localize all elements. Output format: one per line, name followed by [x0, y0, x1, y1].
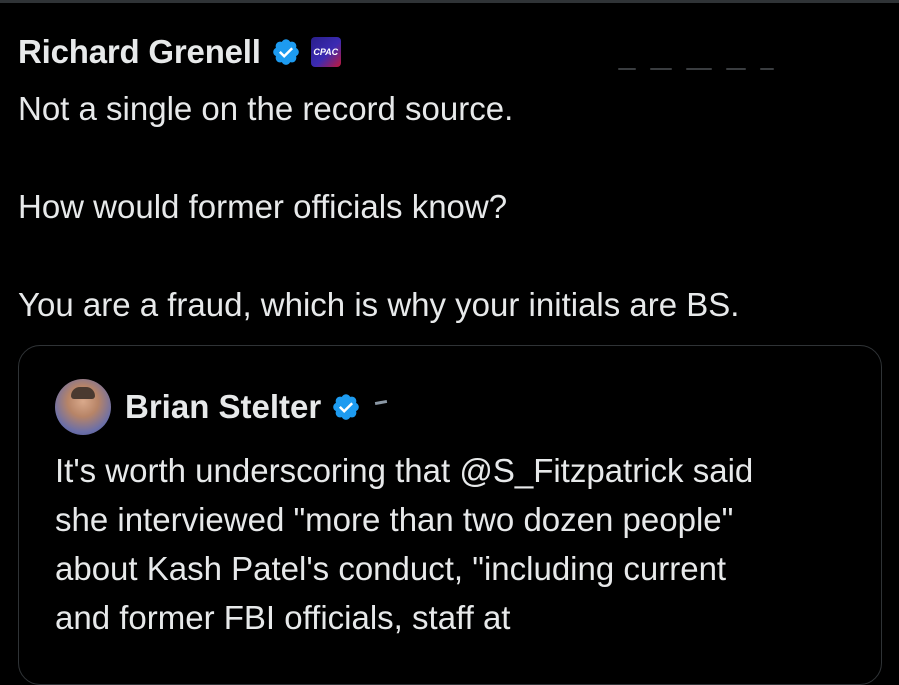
tweet-text-line: How would former officials know? [18, 188, 508, 225]
quoted-tweet-card[interactable]: Brian Stelter It's worth underscoring th… [18, 345, 882, 685]
quoted-tweet-text: It's worth underscoring that @S_Fitzpatr… [55, 446, 855, 642]
avatar[interactable] [55, 379, 111, 435]
faint-handle-mark [375, 399, 388, 405]
quoted-text-line: It's worth underscoring that @S_Fitzpatr… [55, 452, 754, 489]
tweet-text-line: You are a fraud, which is why your initi… [18, 286, 740, 323]
verified-badge-icon[interactable] [271, 37, 301, 67]
quoted-author-name[interactable]: Brian Stelter [125, 388, 321, 426]
tweet-text-line: Not a single on the record source. [18, 90, 514, 127]
author-name[interactable]: Richard Grenell [18, 33, 261, 71]
quoted-text-line: she interviewed "more than two dozen peo… [55, 501, 734, 538]
top-divider [0, 0, 899, 3]
verified-badge-icon[interactable] [331, 392, 361, 422]
tweet-text: Not a single on the record source. How w… [18, 84, 884, 329]
tweet[interactable]: Richard Grenell CPAC Not a single on the… [18, 28, 884, 329]
quoted-text-line: about Kash Patel's conduct, "including c… [55, 550, 727, 587]
affiliation-badge-icon[interactable]: CPAC [310, 37, 341, 67]
quoted-text-line: and former FBI officials, staff at [55, 599, 511, 636]
faint-handle-marks [618, 50, 808, 70]
affiliation-badge-text: CPAC [313, 47, 339, 57]
quoted-author-row: Brian Stelter [55, 378, 388, 436]
